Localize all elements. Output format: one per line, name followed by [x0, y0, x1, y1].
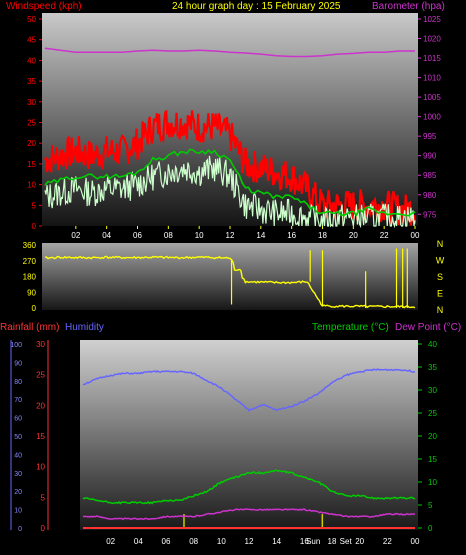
- bottom-x-tick-label: 00: [411, 537, 420, 546]
- bottom-x-tick-label: 22: [383, 537, 392, 546]
- humidity-tick-label: 50: [14, 434, 22, 441]
- baro-tick-label: 975: [423, 210, 437, 219]
- wind-tick-label: 0: [32, 222, 37, 231]
- temp-tick-label: 0: [428, 524, 433, 533]
- wind-x-tick-label: 14: [256, 231, 265, 240]
- bottom-x-tick-label: 12: [245, 537, 254, 546]
- bottom-x-tick-label: 14: [272, 537, 281, 546]
- humidity-tick-label: 40: [14, 452, 22, 459]
- rain-tick-label: 30: [36, 340, 45, 349]
- wind-tick-label: 30: [27, 98, 36, 107]
- weather-graphs: Windspeed (kph) 24 hour graph day : 15 F…: [0, 0, 466, 555]
- wind-tick-label: 45: [27, 36, 36, 45]
- wind-x-tick-label: 20: [349, 231, 358, 240]
- temp-tick-label: 40: [428, 340, 437, 349]
- temp-tick-label: 5: [428, 501, 433, 510]
- baro-tick-label: 1015: [423, 54, 441, 63]
- wind-x-tick-label: 08: [164, 231, 173, 240]
- humidity-tick-label: 60: [14, 416, 22, 423]
- bottom-x-tick-label: 10: [217, 537, 226, 546]
- rain-tick-label: 25: [36, 371, 45, 380]
- temp-tick-label: 15: [428, 455, 437, 464]
- wind-x-tick-label: 04: [102, 231, 111, 240]
- humidity-tick-label: 90: [14, 360, 22, 367]
- rain-tick-label: 5: [41, 493, 46, 502]
- humidity-tick-label: 30: [14, 471, 22, 478]
- wind-x-tick-label: 06: [133, 231, 142, 240]
- temperature-plot-area: [80, 340, 418, 530]
- rain-tick-label: 0: [41, 524, 46, 533]
- wind-x-tick-label: 16: [287, 231, 296, 240]
- wind-x-tick-label: 00: [411, 231, 420, 240]
- wind-x-tick-label: 22: [380, 231, 389, 240]
- bottom-x-tick-label: 06: [162, 537, 171, 546]
- wind-tick-label: 5: [32, 201, 37, 210]
- baro-tick-label: 1010: [423, 74, 441, 83]
- direction-tick-label: 270: [23, 257, 37, 266]
- direction-tick-label: 0: [32, 304, 37, 313]
- humidity-tick-label: 0: [18, 526, 22, 533]
- baro-tick-label: 985: [423, 171, 437, 180]
- set-label: Set: [340, 537, 353, 546]
- rain-tick-label: 10: [36, 463, 45, 472]
- temp-tick-label: 25: [428, 409, 437, 418]
- temp-tick-label: 35: [428, 363, 437, 372]
- baro-tick-label: 990: [423, 152, 437, 161]
- humidity-tick-label: 100: [10, 342, 22, 349]
- compass-label-s: S: [437, 272, 443, 282]
- baro-tick-label: 1000: [423, 113, 441, 122]
- wind-x-tick-label: 18: [318, 231, 327, 240]
- direction-tick-label: 180: [23, 273, 37, 282]
- bottom-x-tick-label: 20: [355, 537, 364, 546]
- humidity-tick-label: 70: [14, 397, 22, 404]
- compass-label-n: N: [437, 239, 444, 249]
- wind-x-tick-label: 12: [226, 231, 235, 240]
- baro-tick-label: 995: [423, 132, 437, 141]
- wind-tick-label: 50: [27, 15, 36, 24]
- dew-point-label: Dew Point (°C): [395, 322, 461, 333]
- chart-title: 24 hour graph day : 15 February 2025: [172, 1, 341, 12]
- temp-tick-label: 30: [428, 386, 437, 395]
- wind-x-tick-label: 10: [195, 231, 204, 240]
- barometer-label: Barometer (hpa): [372, 1, 445, 12]
- sun-label: Sun: [306, 537, 320, 546]
- direction-tick-label: 360: [23, 241, 37, 250]
- compass-label-n: N: [437, 305, 444, 315]
- humidity-tick-label: 80: [14, 379, 22, 386]
- rain-tick-label: 15: [36, 432, 45, 441]
- weather-graphs-svg: Windspeed (kph) 24 hour graph day : 15 F…: [0, 1, 461, 546]
- wind-x-tick-label: 02: [71, 231, 80, 240]
- rainfall-label: Rainfall (mm): [0, 322, 59, 333]
- wind-tick-label: 20: [27, 139, 36, 148]
- bottom-x-tick-label: 08: [189, 537, 198, 546]
- humidity-tick-label: 20: [14, 489, 22, 496]
- windspeed-label: Windspeed (kph): [6, 1, 82, 12]
- wind-tick-label: 35: [27, 77, 36, 86]
- wind-tick-label: 25: [27, 119, 36, 128]
- baro-tick-label: 980: [423, 191, 437, 200]
- wind-tick-label: 10: [27, 181, 36, 190]
- bottom-x-tick-label: 04: [134, 537, 143, 546]
- humidity-tick-label: 10: [14, 508, 22, 515]
- baro-tick-label: 1005: [423, 93, 441, 102]
- temp-tick-label: 20: [428, 432, 437, 441]
- direction-tick-label: 90: [27, 288, 36, 297]
- bottom-x-tick-label-18: 18: [328, 537, 337, 546]
- temperature-label: Temperature (°C): [312, 322, 389, 333]
- humidity-label: Humidity: [65, 322, 104, 333]
- rain-tick-label: 20: [36, 401, 45, 410]
- compass-label-w: W: [436, 256, 445, 266]
- baro-tick-label: 1020: [423, 35, 441, 44]
- temp-tick-label: 10: [428, 478, 437, 487]
- bottom-x-tick-label: 02: [106, 537, 115, 546]
- wind-tick-label: 15: [27, 160, 36, 169]
- compass-label-e: E: [437, 289, 443, 299]
- direction-plot-area: [42, 243, 418, 310]
- wind-tick-label: 40: [27, 56, 36, 65]
- baro-tick-label: 1025: [423, 15, 441, 24]
